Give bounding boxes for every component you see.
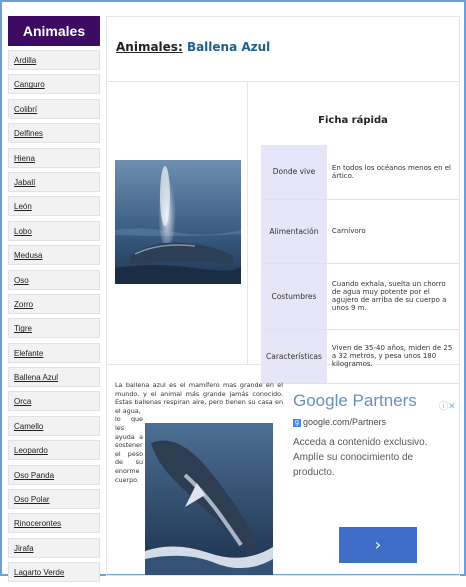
- sidebar-item-label[interactable]: Tigre: [9, 319, 99, 338]
- sidebar-item-oso[interactable]: Oso: [8, 269, 100, 290]
- sidebar-item-label[interactable]: Jirafa: [9, 539, 99, 558]
- sidebar-item-ballena-azul[interactable]: Ballena Azul: [8, 367, 100, 388]
- sidebar-item-leon[interactable]: León: [8, 196, 100, 217]
- sidebar-item-label[interactable]: Elefante: [9, 344, 99, 363]
- sidebar-item-label[interactable]: Lagarto Verde: [9, 563, 99, 582]
- sidebar-item-label[interactable]: Oso: [9, 271, 99, 290]
- ad-title[interactable]: Google Partners: [293, 391, 417, 411]
- ficha-table: Donde vive En todos los océanos menos en…: [261, 145, 459, 384]
- sidebar-item-medusa[interactable]: Medusa: [8, 245, 100, 266]
- sidebar-item-zorro[interactable]: Zorro: [8, 293, 100, 314]
- fact-value: Carnívoro: [326, 199, 459, 264]
- sidebar-item-label[interactable]: Lobo: [9, 222, 99, 241]
- google-logo-icon: g: [293, 418, 301, 427]
- ad-cta-button[interactable]: ›: [339, 527, 417, 563]
- quick-facts-section: Ficha rápida Donde vive En todos los océ…: [107, 81, 459, 384]
- chevron-right-icon: ›: [374, 535, 382, 554]
- sidebar-item-label[interactable]: Orca: [9, 392, 99, 411]
- page-title-animal: Ballena Azul: [186, 40, 271, 54]
- sidebar-item-label[interactable]: Colibrí: [9, 100, 99, 119]
- sidebar-item-label[interactable]: León: [9, 197, 99, 216]
- description-paragraph-wrap: lo que les ayuda a sostener el peso de s…: [115, 415, 143, 484]
- ad-url-text[interactable]: google.com/Partners: [303, 417, 386, 427]
- description-paragraph: La ballena azul es el mamífero mas grand…: [115, 381, 283, 415]
- sidebar-item-label[interactable]: Jabalí: [9, 173, 99, 192]
- sidebar-item-label[interactable]: Zorro: [9, 295, 99, 314]
- sidebar-item-label[interactable]: Leopardo: [9, 441, 99, 460]
- sidebar-item-rinocerontes[interactable]: Rinocerontes: [8, 513, 100, 534]
- sidebar-item-tigre[interactable]: Tigre: [8, 318, 100, 339]
- sidebar-item-label[interactable]: Camello: [9, 417, 99, 436]
- main-content: Animales: Ballena Azul Ficha rápida Dond…: [106, 16, 460, 576]
- sidebar-title: Animales: [8, 16, 100, 46]
- table-row: Donde vive En todos los océanos menos en…: [261, 145, 459, 200]
- sidebar-item-label[interactable]: Ardilla: [9, 51, 99, 70]
- sidebar-item-label[interactable]: Medusa: [9, 246, 99, 265]
- fact-label: Alimentación: [261, 199, 327, 264]
- fact-value: Viven de 35-40 años, miden de 25 a 32 me…: [326, 329, 459, 384]
- sidebar-item-label[interactable]: Canguro: [9, 75, 99, 94]
- sidebar: Animales Ardilla Canguro Colibrí Delfine…: [8, 16, 100, 583]
- whale-breach-photo: [145, 423, 273, 575]
- sidebar-item-hiena[interactable]: Hiena: [8, 147, 100, 168]
- sidebar-item-label[interactable]: Rinocerontes: [9, 514, 99, 533]
- sidebar-item-canguro[interactable]: Canguro: [8, 74, 100, 95]
- sidebar-item-oso-panda[interactable]: Oso Panda: [8, 464, 100, 485]
- fact-label: Costumbres: [261, 263, 327, 330]
- table-row: Características Viven de 35-40 años, mid…: [261, 329, 459, 384]
- sidebar-list: Ardilla Canguro Colibrí Delfines Hiena J…: [8, 50, 100, 587]
- sidebar-item-lagarto-verde[interactable]: Lagarto Verde: [8, 562, 100, 583]
- sidebar-item-orca[interactable]: Orca: [8, 391, 100, 412]
- sidebar-item-lobo[interactable]: Lobo: [8, 220, 100, 241]
- sidebar-item-label[interactable]: Delfines: [9, 124, 99, 143]
- ad-banner[interactable]: Google Partners ⓘ✕ g google.com/Partners …: [289, 381, 457, 571]
- sidebar-item-label[interactable]: Ballena Azul: [9, 368, 99, 387]
- ficha-title: Ficha rápida: [318, 115, 388, 126]
- table-row: Alimentación Carnívoro: [261, 199, 459, 264]
- sidebar-item-camello[interactable]: Camello: [8, 415, 100, 436]
- sidebar-item-leopardo[interactable]: Leopardo: [8, 440, 100, 461]
- ad-url[interactable]: g google.com/Partners: [293, 417, 386, 427]
- table-row: Costumbres Cuando exhala, suelta un chor…: [261, 263, 459, 330]
- sidebar-item-elefante[interactable]: Elefante: [8, 342, 100, 363]
- page-title: Animales: Ballena Azul: [116, 40, 270, 54]
- sidebar-item-label[interactable]: Oso Panda: [9, 466, 99, 485]
- sidebar-item-label[interactable]: Oso Polar: [9, 490, 99, 509]
- fact-value: Cuando exhala, suelta un chorro de agua …: [326, 263, 459, 330]
- page-title-section[interactable]: Animales:: [116, 40, 183, 54]
- column-divider: [247, 82, 248, 364]
- whale-spout-photo: [115, 160, 241, 284]
- ad-description: Acceda a contenido exclusivo. Amplíe su …: [293, 437, 428, 478]
- adchoices-close-icon[interactable]: ⓘ✕: [439, 399, 456, 412]
- fact-label: Donde vive: [261, 145, 327, 200]
- sidebar-item-label[interactable]: Hiena: [9, 149, 99, 168]
- fact-value: En todos los océanos menos en el ártico.: [326, 145, 459, 200]
- sidebar-item-jirafa[interactable]: Jirafa: [8, 537, 100, 558]
- sidebar-item-oso-polar[interactable]: Oso Polar: [8, 489, 100, 510]
- sidebar-item-ardilla[interactable]: Ardilla: [8, 50, 100, 70]
- sidebar-item-delfines[interactable]: Delfines: [8, 123, 100, 144]
- fact-label: Características: [261, 329, 327, 384]
- sidebar-item-jabali[interactable]: Jabalí: [8, 171, 100, 192]
- sidebar-item-colibri[interactable]: Colibrí: [8, 98, 100, 119]
